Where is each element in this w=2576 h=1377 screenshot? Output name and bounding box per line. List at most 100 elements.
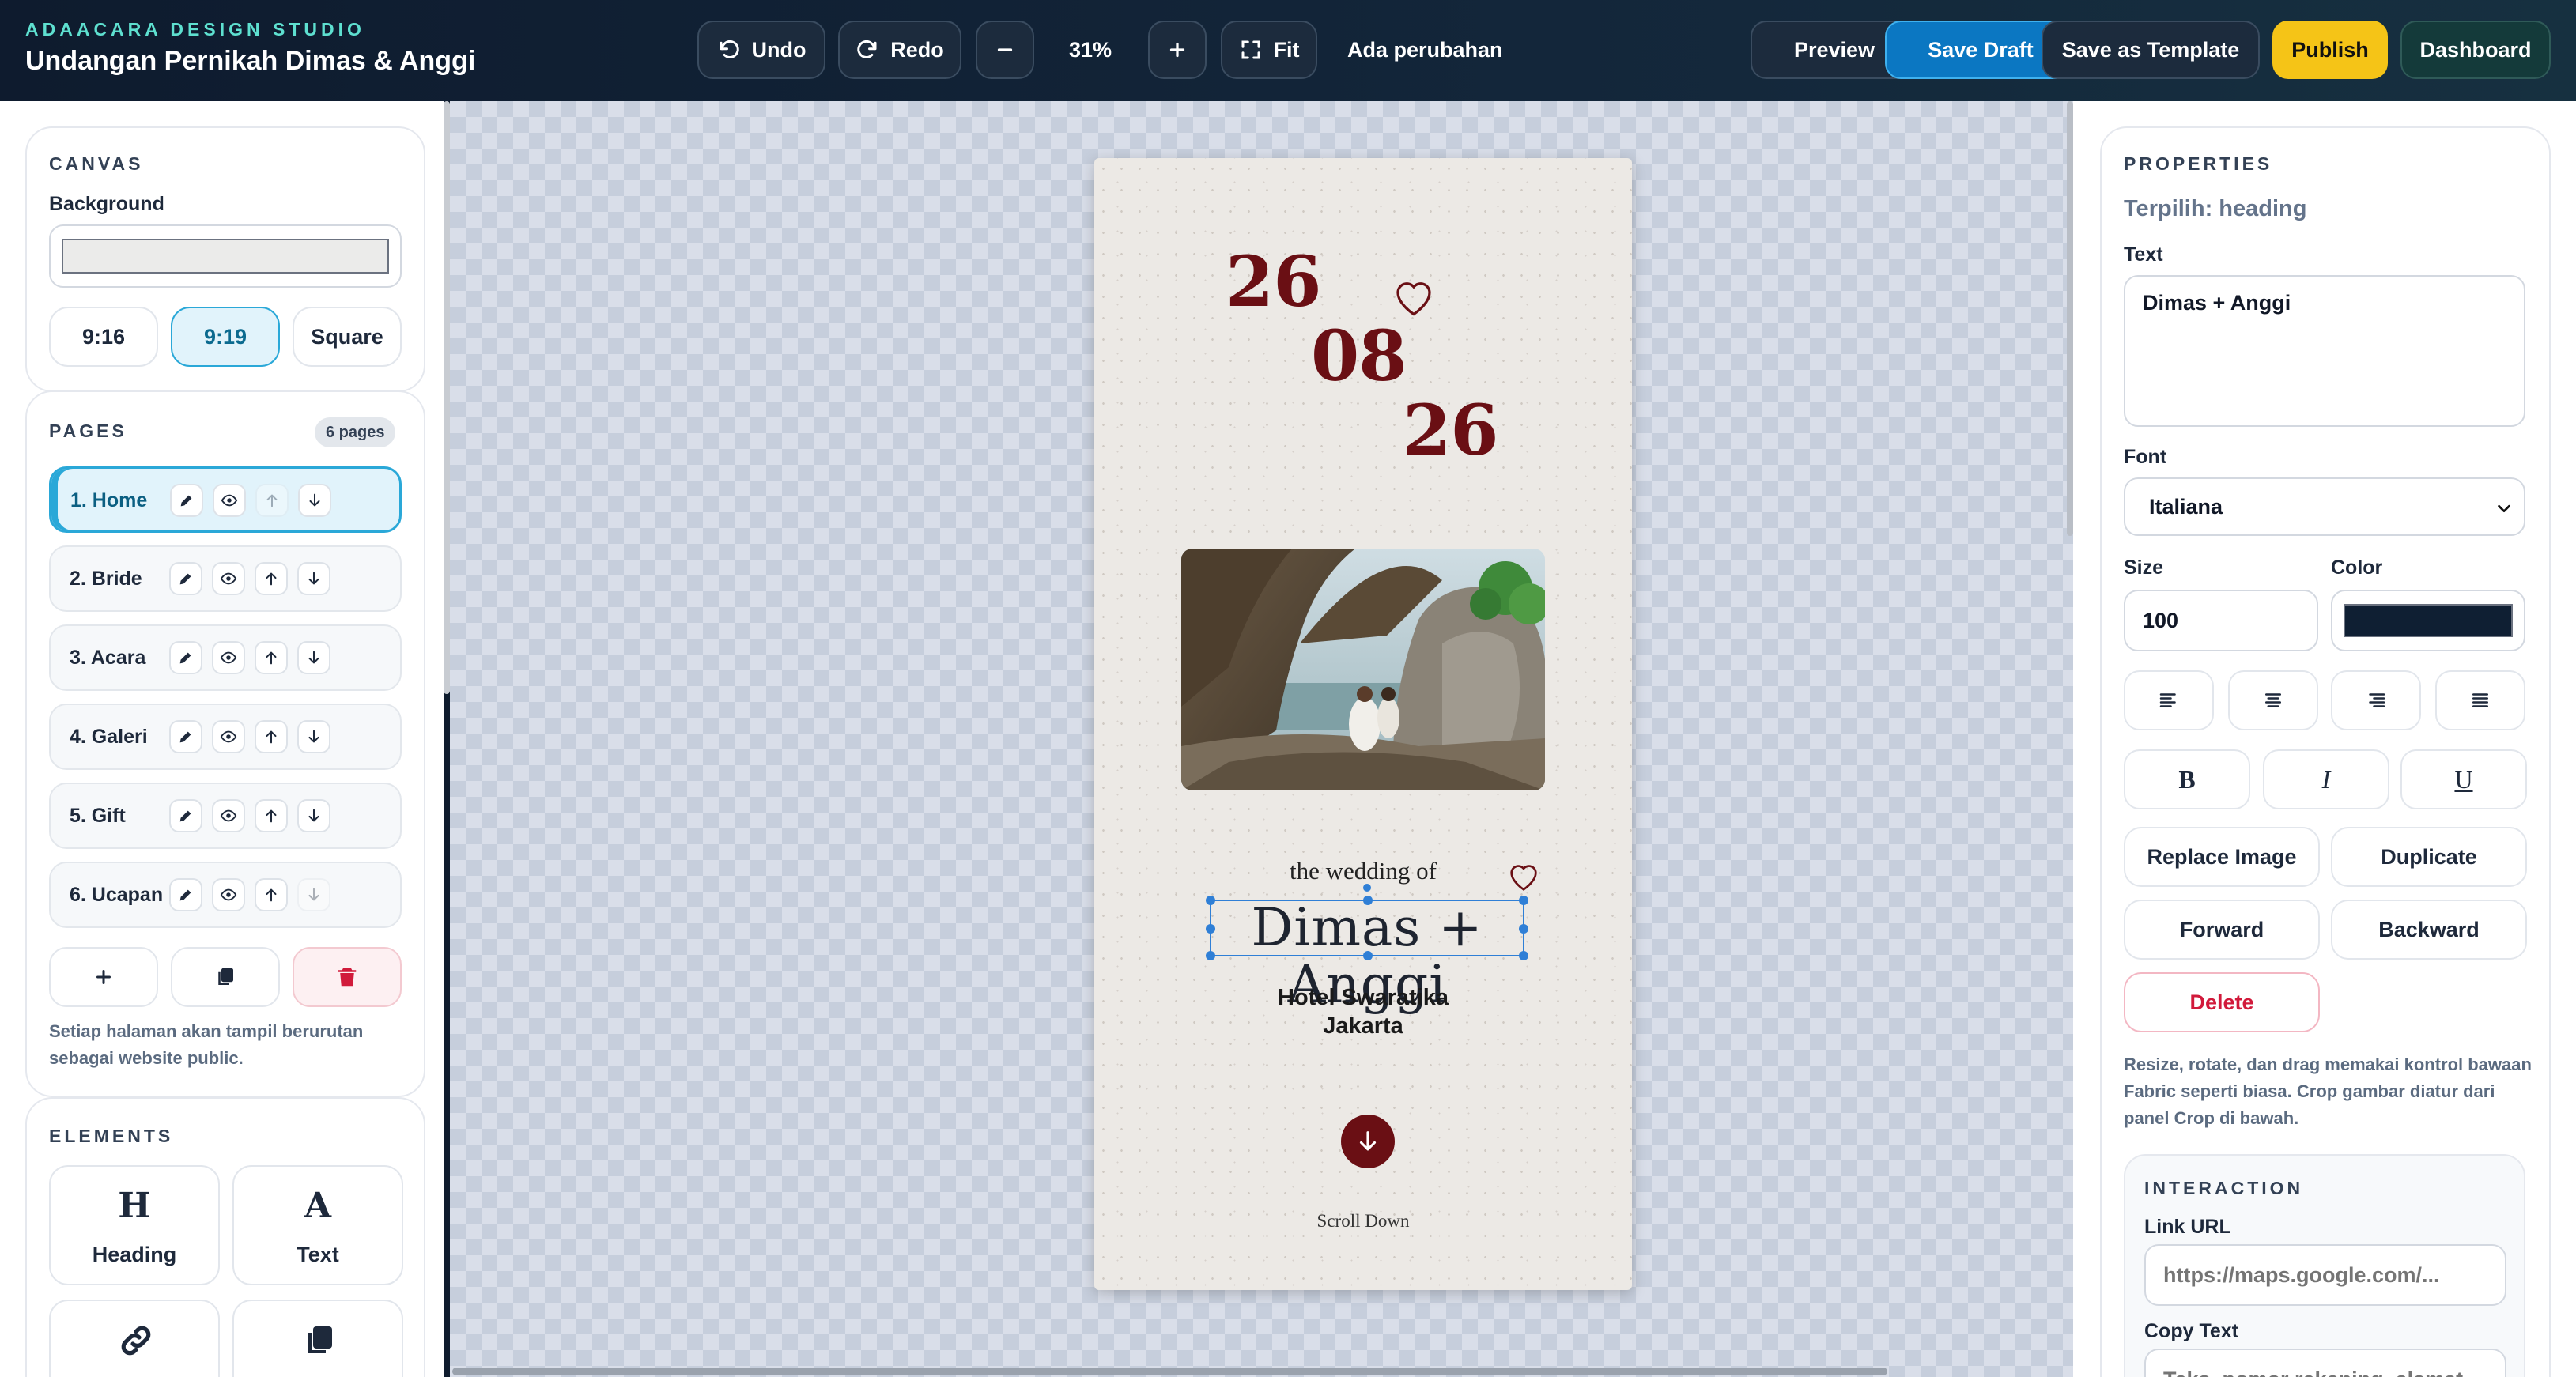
resize-handle[interactable] <box>1206 896 1215 905</box>
selection-box[interactable] <box>1206 884 1528 960</box>
arrow-up-icon <box>266 494 278 507</box>
page-item[interactable]: 1. Home <box>49 466 402 533</box>
invitation-page[interactable]: 26 08 26 the wedding of Dimas + Anggi Ho… <box>1094 158 1632 1290</box>
align-center-button[interactable] <box>2228 670 2318 730</box>
align-left-button[interactable] <box>2124 670 2214 730</box>
edit-page-button[interactable] <box>169 720 202 753</box>
page-count-badge: 6 pages <box>315 417 396 447</box>
move-page-down-button[interactable] <box>297 878 330 911</box>
page-item[interactable]: 5. Gift <box>49 783 402 849</box>
venue-name[interactable]: Hotel Swaratika <box>1094 985 1632 1011</box>
right-sidebar-scrollbar[interactable] <box>2067 101 2073 536</box>
delete-page-button[interactable] <box>293 947 402 1007</box>
date-day[interactable]: 26 <box>1226 240 1321 323</box>
move-page-down-button[interactable] <box>297 720 330 753</box>
edit-page-button[interactable] <box>169 641 202 674</box>
chevron-down-icon <box>2498 504 2510 513</box>
page-item[interactable]: 3. Acara <box>49 624 402 691</box>
duplicate-button[interactable]: Duplicate <box>2331 827 2527 887</box>
toggle-visibility-button[interactable] <box>212 641 245 674</box>
bold-button[interactable]: B <box>2124 749 2250 809</box>
heart-icon[interactable] <box>1390 272 1437 321</box>
move-page-up-button[interactable] <box>255 720 288 753</box>
left-sidebar-scrollbar[interactable] <box>444 101 450 694</box>
toggle-visibility-button[interactable] <box>212 720 245 753</box>
resize-handle[interactable] <box>1519 924 1528 934</box>
add-link-tile[interactable] <box>49 1300 220 1377</box>
fit-button[interactable]: Fit <box>1221 21 1317 79</box>
add-page-button[interactable] <box>49 947 158 1007</box>
move-page-up-button[interactable] <box>255 562 288 595</box>
page-item[interactable]: 2. Bride <box>49 545 402 612</box>
toggle-visibility-button[interactable] <box>212 878 245 911</box>
forward-button[interactable]: Forward <box>2124 900 2320 960</box>
move-page-up-button[interactable] <box>255 799 288 832</box>
scroll-down-button[interactable] <box>1341 1115 1395 1168</box>
edit-page-button[interactable] <box>169 878 202 911</box>
edit-page-button[interactable] <box>170 484 203 517</box>
venue-city[interactable]: Jakarta <box>1094 1013 1632 1039</box>
top-bar: ADAACARA DESIGN STUDIO Undangan Pernikah… <box>0 0 2576 101</box>
toggle-visibility-button[interactable] <box>212 799 245 832</box>
move-page-down-button[interactable] <box>297 799 330 832</box>
copy-text-label: Copy Text <box>2144 1320 2238 1342</box>
align-right-button[interactable] <box>2331 670 2421 730</box>
resize-handle[interactable] <box>1363 951 1373 960</box>
zoom-in-button[interactable] <box>1148 21 1207 79</box>
move-page-up-button[interactable] <box>255 878 288 911</box>
edit-page-button[interactable] <box>169 799 202 832</box>
toggle-visibility-button[interactable] <box>213 484 246 517</box>
move-page-up-button[interactable] <box>255 484 289 517</box>
toggle-visibility-button[interactable] <box>212 562 245 595</box>
publish-button[interactable]: Publish <box>2272 21 2388 79</box>
date-year[interactable]: 26 <box>1403 389 1498 471</box>
link-url-input[interactable] <box>2144 1244 2506 1306</box>
backward-button[interactable]: Backward <box>2331 900 2527 960</box>
move-page-down-button[interactable] <box>298 484 331 517</box>
move-page-down-button[interactable] <box>297 641 330 674</box>
resize-handle[interactable] <box>1363 896 1373 905</box>
date-month[interactable]: 08 <box>1311 315 1407 397</box>
arrow-up-icon <box>266 572 277 586</box>
resize-handle[interactable] <box>1206 924 1215 934</box>
page-item[interactable]: 6. Ucapan <box>49 862 402 928</box>
ratio-9-19-button[interactable]: 9:19 <box>171 307 280 367</box>
scroll-down-label[interactable]: Scroll Down <box>1094 1211 1632 1232</box>
ratio-square-button[interactable]: Square <box>293 307 402 367</box>
replace-image-button[interactable]: Replace Image <box>2124 827 2320 887</box>
add-heading-tile[interactable]: H Heading <box>49 1165 220 1285</box>
resize-handle[interactable] <box>1519 951 1528 960</box>
rotate-handle[interactable] <box>1363 884 1371 892</box>
font-size-input[interactable]: 100 <box>2124 590 2318 651</box>
heart-icon[interactable] <box>1505 857 1542 895</box>
couple-photo[interactable] <box>1181 549 1545 790</box>
ratio-9-16-button[interactable]: 9:16 <box>49 307 158 367</box>
zoom-out-button[interactable] <box>976 21 1034 79</box>
arrow-up-icon <box>266 651 277 665</box>
copy-text-input[interactable] <box>2144 1349 2506 1377</box>
resize-handle[interactable] <box>1519 896 1528 905</box>
align-justify-button[interactable] <box>2435 670 2525 730</box>
background-color-input[interactable] <box>49 224 402 288</box>
dashboard-button[interactable]: Dashboard <box>2400 21 2551 79</box>
redo-button[interactable]: Redo <box>838 21 961 79</box>
font-select[interactable]: Italiana <box>2124 477 2525 536</box>
save-as-template-button[interactable]: Save as Template <box>2042 21 2260 79</box>
undo-button[interactable]: Undo <box>697 21 825 79</box>
add-text-tile[interactable]: A Text <box>232 1165 403 1285</box>
canvas-horizontal-scrollbar[interactable] <box>452 1368 1887 1375</box>
eye-icon <box>220 651 237 664</box>
move-page-down-button[interactable] <box>297 562 330 595</box>
page-item[interactable]: 4. Galeri <box>49 704 402 770</box>
underline-button[interactable]: U <box>2400 749 2527 809</box>
text-color-input[interactable] <box>2331 590 2525 651</box>
move-page-up-button[interactable] <box>255 641 288 674</box>
delete-element-button[interactable]: Delete <box>2124 972 2320 1032</box>
wedding-of-text[interactable]: the wedding of <box>1094 857 1632 885</box>
edit-page-button[interactable] <box>169 562 202 595</box>
text-content-input[interactable]: Dimas + Anggi <box>2124 275 2525 427</box>
resize-handle[interactable] <box>1206 951 1215 960</box>
italic-button[interactable]: I <box>2263 749 2389 809</box>
duplicate-page-button[interactable] <box>171 947 280 1007</box>
add-copy-tile[interactable] <box>232 1300 403 1377</box>
